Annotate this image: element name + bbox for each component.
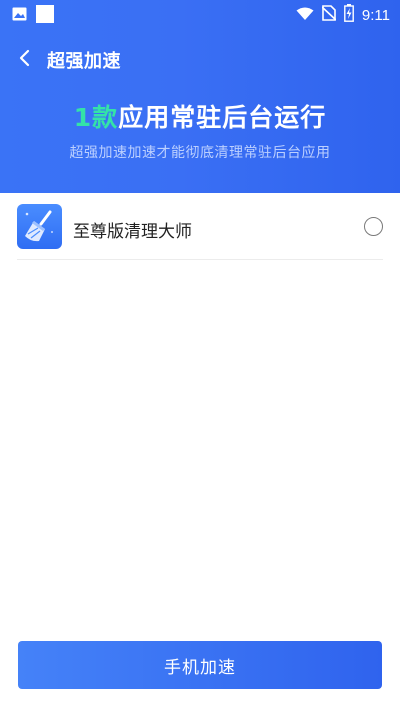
headline: 1款应用常驻后台运行 — [0, 98, 400, 134]
headline-subtitle: 超强加速加速才能彻底清理常驻后台应用 — [69, 145, 331, 161]
app-name: 至尊版清理大师 — [73, 222, 192, 242]
back-arrow-icon[interactable] — [14, 47, 36, 69]
image-notification-icon — [12, 7, 27, 21]
headline-text: 应用常驻后台运行 — [118, 103, 327, 132]
wifi-icon — [296, 6, 314, 25]
square-notification-icon — [36, 5, 54, 23]
title-bar: 超强加速 — [0, 40, 400, 76]
status-bar: 9:11 — [0, 0, 400, 28]
no-sim-icon — [321, 5, 337, 25]
accelerate-button[interactable]: 手机加速 — [18, 641, 382, 689]
app-list: 至尊版清理大师 — [17, 200, 383, 260]
status-time: 9:11 — [361, 6, 390, 24]
list-item[interactable]: 至尊版清理大师 — [17, 200, 383, 260]
app-select-radio[interactable] — [364, 217, 383, 236]
broom-icon — [17, 204, 62, 249]
page-title: 超强加速 — [47, 51, 121, 72]
header-banner: 9:11 超强加速 1款应用常驻后台运行 超强加速加速才能彻底清理常驻后台应用 — [0, 0, 400, 193]
battery-charging-icon — [344, 4, 354, 26]
headline-count: 1款 — [73, 103, 119, 132]
